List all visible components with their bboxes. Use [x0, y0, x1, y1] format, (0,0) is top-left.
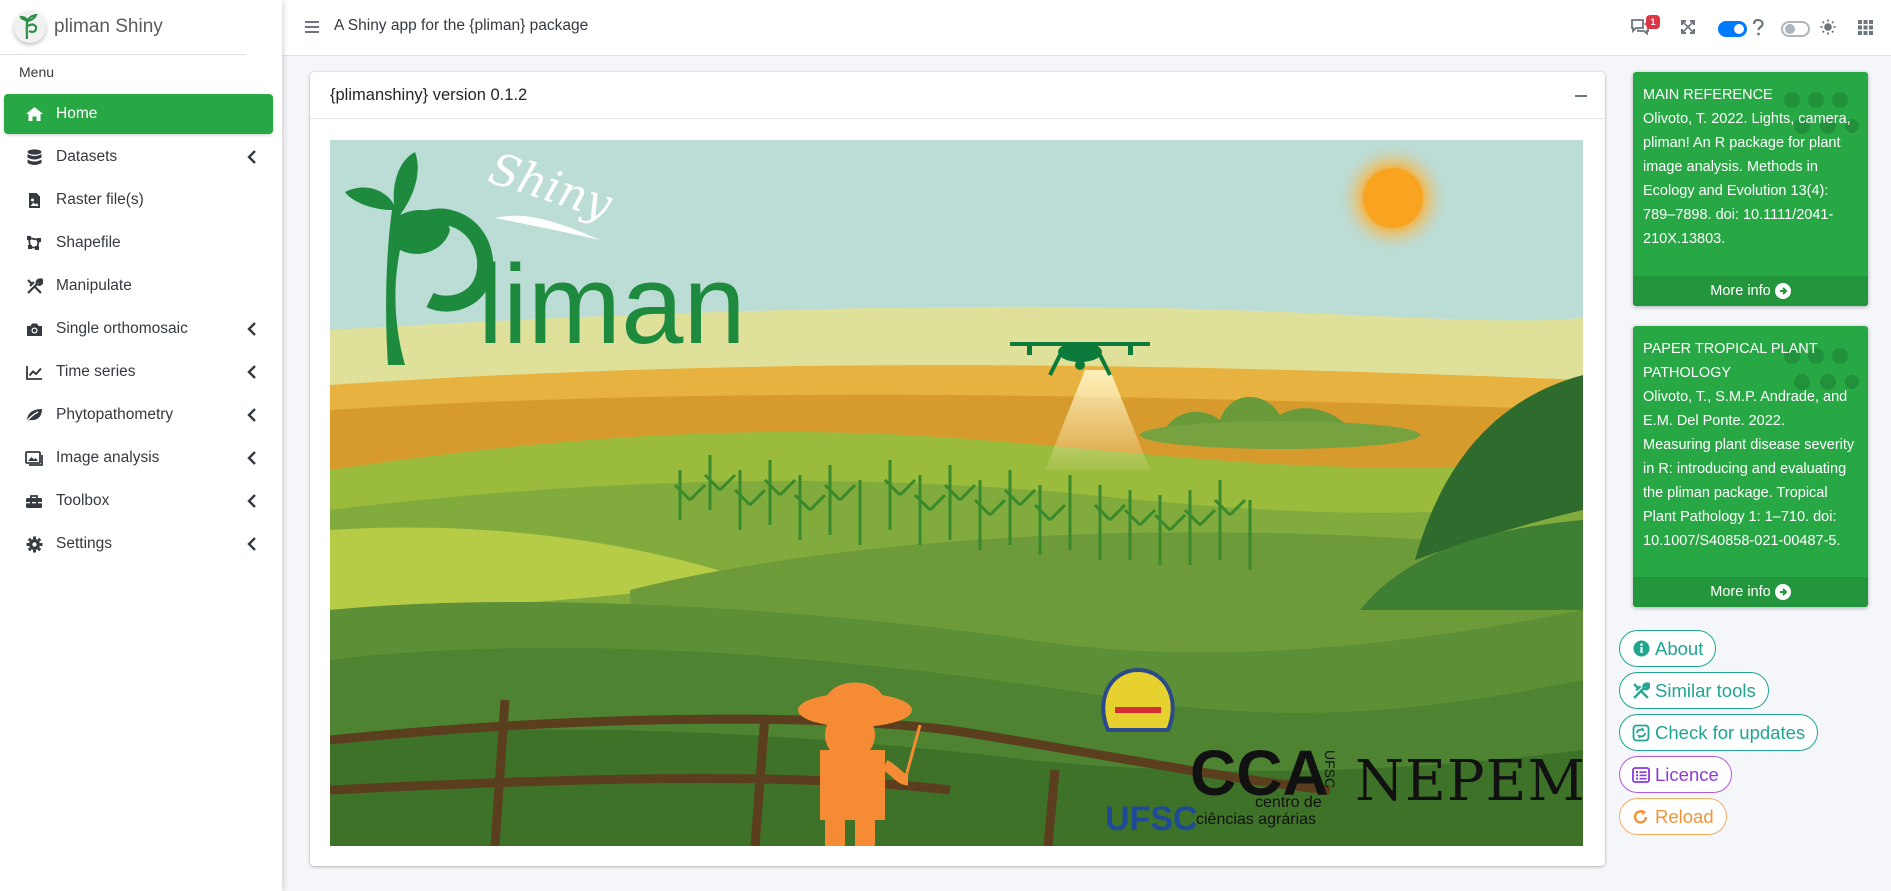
- svg-text:UFSC: UFSC: [1322, 750, 1338, 788]
- sidebar-item-datasets[interactable]: Datasets: [4, 137, 273, 177]
- database-icon: [24, 148, 44, 166]
- sidebar-item-label: Manipulate: [56, 277, 132, 294]
- sun-core: [1363, 168, 1423, 228]
- info-circle-icon: [1632, 640, 1650, 658]
- notification-badge: 1: [1646, 15, 1660, 29]
- licence-button[interactable]: Licence: [1619, 756, 1732, 793]
- sidebar-item-settings[interactable]: Settings: [4, 524, 273, 564]
- arrow-circle-right-icon: [1774, 283, 1791, 299]
- reload-label: Reload: [1655, 805, 1714, 827]
- sidebar-item-label: Datasets: [56, 148, 118, 165]
- images-icon: [24, 449, 44, 467]
- chart-line-icon: [24, 363, 44, 381]
- chevron-left-icon: [247, 150, 256, 164]
- sidebar-item-label: Time series: [56, 363, 136, 380]
- sidebar-item-raster-files[interactable]: Raster file(s): [4, 180, 273, 220]
- sidebar-item-phytopathometry[interactable]: Phytopathometry: [4, 395, 273, 435]
- licence-label: Licence: [1655, 763, 1719, 785]
- reference-text: Olivoto, T., S.M.P. Andrade, and E.M. De…: [1643, 389, 1855, 549]
- reference-text: Olivoto, T. 2022. Lights, camera, pliman…: [1643, 111, 1851, 247]
- sidebar-item-shapefile[interactable]: Shapefile: [4, 223, 273, 263]
- chevron-left-icon: [247, 322, 256, 336]
- toggle-knob: [1734, 24, 1744, 34]
- arrow-circle-right-icon: [1774, 584, 1791, 600]
- toolbox-icon: [24, 492, 44, 510]
- app-subtitle: A Shiny app for the {pliman} package: [334, 17, 589, 34]
- reference-title: PAPER TROPICAL PLANT PATHOLOGY: [1643, 341, 1818, 381]
- reference-title: MAIN REFERENCE: [1643, 87, 1773, 103]
- tools-icon: [1632, 681, 1650, 700]
- svg-text:centro de: centro de: [1255, 794, 1322, 811]
- redo-icon: [1632, 808, 1650, 826]
- svg-text:NEPEM: NEPEM: [1355, 749, 1583, 814]
- nepem-logo: NEPEM: [1355, 749, 1583, 814]
- sidebar-item-toolbox[interactable]: Toolbox: [4, 481, 273, 521]
- check-updates-label: Check for updates: [1655, 721, 1806, 743]
- apps-grid-icon[interactable]: [1857, 16, 1874, 38]
- collapse-minus-icon[interactable]: [1575, 95, 1587, 97]
- dark-mode-toggle[interactable]: [1781, 21, 1810, 37]
- home-icon: [24, 105, 44, 123]
- sidebar-item-time-series[interactable]: Time series: [4, 352, 273, 392]
- more-info-link[interactable]: More info: [1633, 577, 1868, 607]
- more-info-label: More info: [1710, 584, 1771, 600]
- card-title: {plimanshiny} version 0.1.2: [310, 72, 1605, 119]
- chevron-left-icon: [247, 494, 256, 508]
- sidebar-item-label: Shapefile: [56, 234, 121, 251]
- draw-polygon-icon: [24, 234, 44, 252]
- camera-icon: [24, 320, 44, 338]
- sidebar-item-label: Single orthomosaic: [56, 320, 188, 337]
- check-updates-button[interactable]: Check for updates: [1619, 714, 1819, 751]
- pliman-banner-image: liman Shiny UFSC CCA UFSC centro de ciên…: [330, 140, 1583, 846]
- about-label: About: [1655, 637, 1704, 659]
- fullscreen-icon[interactable]: [1679, 16, 1697, 38]
- cca-logo: CCA UFSC centro de ciências agrárias: [1190, 737, 1338, 828]
- similar-tools-label: Similar tools: [1655, 679, 1756, 701]
- sidebar-item-single-orthomosaic[interactable]: Single orthomosaic: [4, 309, 273, 349]
- tools-icon: [24, 277, 44, 295]
- sidebar: pliman Shiny Menu Home Datasets Raster f…: [0, 0, 282, 891]
- sync-icon: [1632, 724, 1650, 742]
- sidebar-item-manipulate[interactable]: Manipulate: [4, 266, 273, 306]
- more-info-label: More info: [1710, 283, 1771, 299]
- sidebar-item-label: Toolbox: [56, 492, 110, 509]
- svg-text:UFSC: UFSC: [1105, 800, 1198, 838]
- toggle-knob: [1785, 24, 1795, 34]
- chevron-left-icon: [247, 365, 256, 379]
- sidebar-item-label: Image analysis: [56, 449, 160, 466]
- sidebar-item-label: Raster file(s): [56, 191, 144, 208]
- chevron-left-icon: [247, 408, 256, 422]
- help-toggle[interactable]: [1718, 21, 1747, 37]
- sidebar-item-image-analysis[interactable]: Image analysis: [4, 438, 273, 478]
- reload-button[interactable]: Reload: [1619, 798, 1727, 835]
- logo-word: liman: [478, 242, 746, 367]
- file-image-icon: [24, 191, 44, 209]
- sidebar-item-label: Settings: [56, 535, 113, 552]
- brand-title: pliman Shiny: [54, 16, 163, 37]
- similar-tools-button[interactable]: Similar tools: [1619, 672, 1769, 709]
- chevron-left-icon: [247, 451, 256, 465]
- paper-reference-box: PAPER TROPICAL PLANT PATHOLOGY Olivoto, …: [1633, 326, 1868, 607]
- menu-header: Menu: [19, 64, 55, 80]
- more-info-link[interactable]: More info: [1633, 276, 1868, 306]
- leaf-icon: [24, 406, 44, 424]
- gear-icon: [24, 535, 44, 553]
- list-alt-icon: [1632, 766, 1650, 784]
- sidebar-item-home[interactable]: Home: [4, 94, 273, 134]
- version-card: {plimanshiny} version 0.1.2 liman Shiny …: [310, 72, 1605, 866]
- question-icon[interactable]: [1751, 16, 1765, 38]
- pliman-logo-icon: [14, 11, 46, 43]
- sun-icon: [1819, 16, 1836, 38]
- chevron-left-icon: [247, 537, 256, 551]
- sidebar-item-label: Phytopathometry: [56, 406, 174, 423]
- brand[interactable]: pliman Shiny: [0, 0, 246, 55]
- main-reference-box: MAIN REFERENCE Olivoto, T. 2022. Lights,…: [1633, 72, 1868, 306]
- sidebar-item-label: Home: [56, 105, 98, 122]
- hamburger-menu-icon[interactable]: [304, 19, 320, 35]
- svg-text:ciências agrárias: ciências agrárias: [1196, 811, 1316, 828]
- about-button[interactable]: About: [1619, 630, 1717, 667]
